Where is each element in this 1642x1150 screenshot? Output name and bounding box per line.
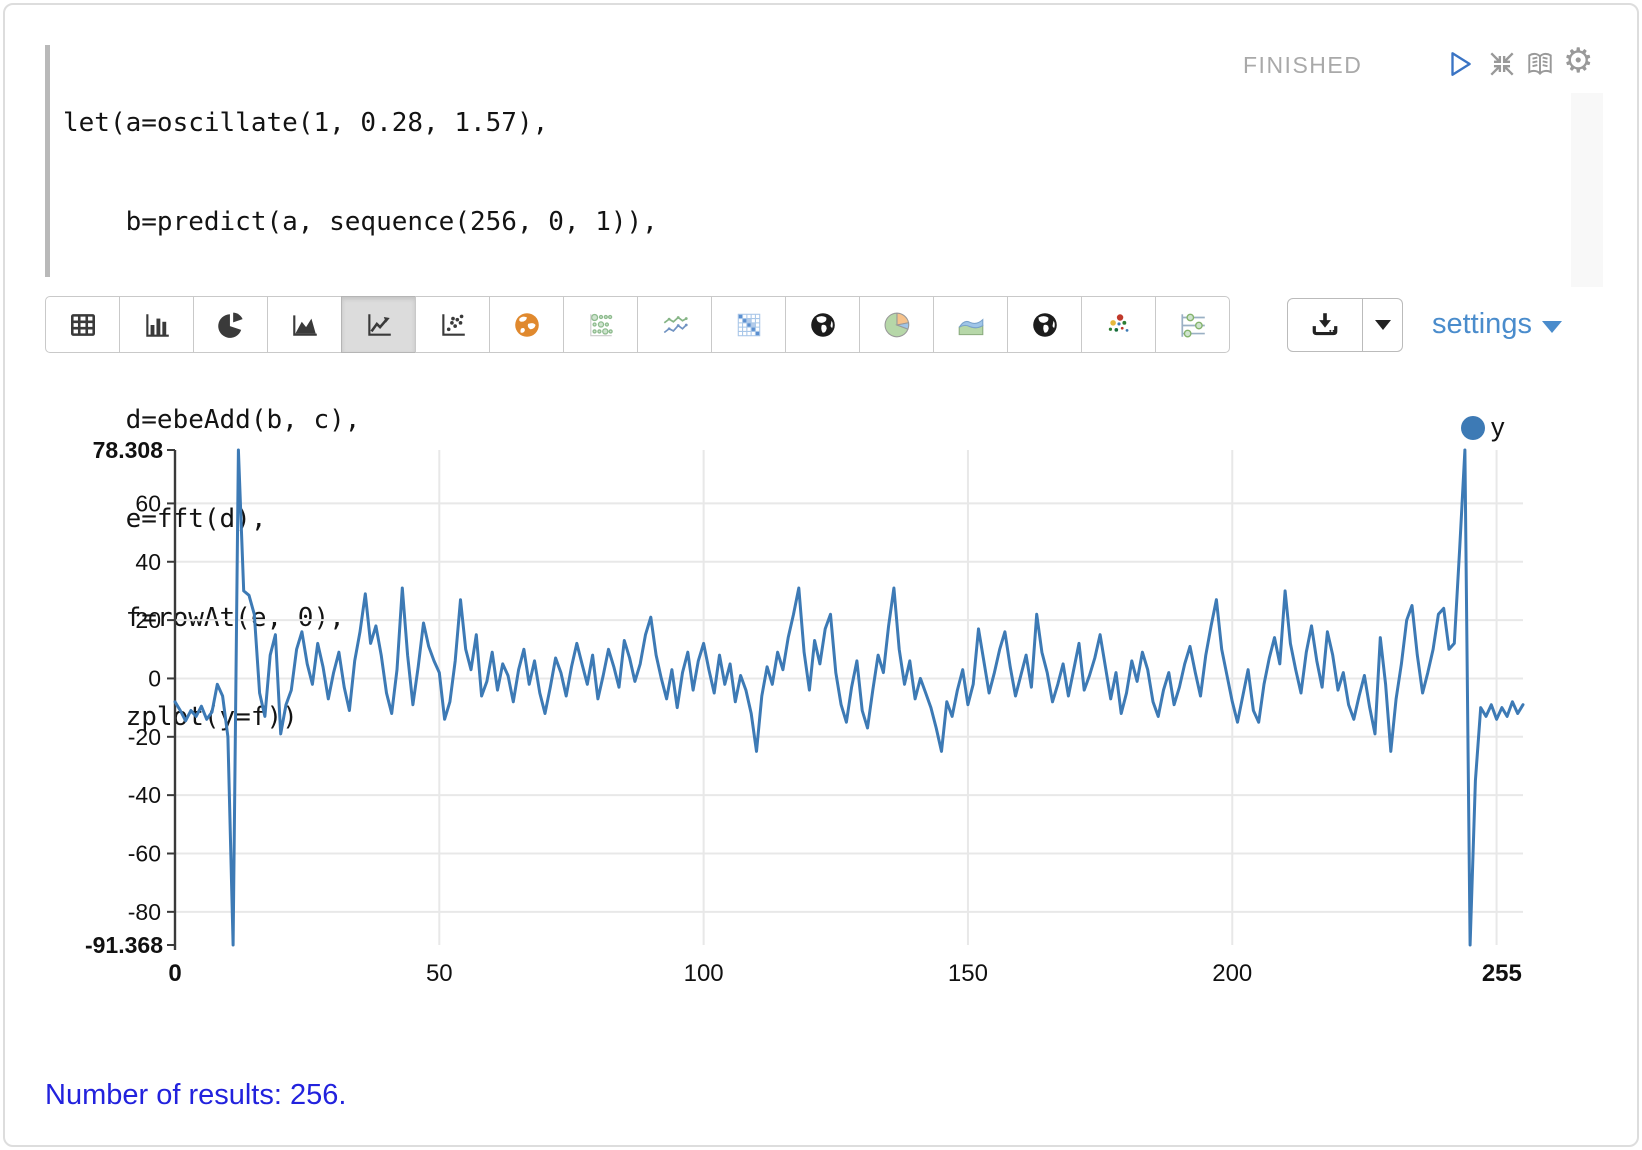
chart-type-cluster-button[interactable] <box>1081 296 1156 353</box>
y-tick-label: 40 <box>135 549 161 575</box>
settings-caret-icon <box>1542 321 1562 333</box>
results-count-text: Number of results: 256. <box>45 1079 346 1112</box>
code-line[interactable]: b=predict(a, sequence(256, 0, 1)), <box>63 206 846 239</box>
stream-chart-icon <box>956 310 986 340</box>
download-button[interactable] <box>1287 298 1363 352</box>
pie-chart-icon <box>216 310 246 340</box>
x-tick-label: 255 <box>1482 960 1522 987</box>
chart-type-multi-line-button[interactable] <box>637 296 712 353</box>
chart-type-bar-button[interactable] <box>119 296 194 353</box>
editor-gutter-bar <box>45 45 50 277</box>
pie-colored-icon <box>882 310 912 340</box>
paragraph-card: let(a=oscillate(1, 0.28, 1.57), b=predic… <box>3 3 1639 1147</box>
chart-type-scatter-matrix-button[interactable] <box>563 296 638 353</box>
table-icon <box>68 310 98 340</box>
y-tick-label: -20 <box>128 724 161 750</box>
map-orange-globe-icon <box>512 310 542 340</box>
series-y-line[interactable] <box>175 450 1523 945</box>
settings-label: settings <box>1432 308 1532 341</box>
y-tick-label: 20 <box>135 607 161 633</box>
chart-type-stream-button[interactable] <box>933 296 1008 353</box>
show-editor-book-icon[interactable] <box>1525 49 1555 79</box>
y-tick-label: -80 <box>128 899 161 925</box>
y-tick-label: -40 <box>128 782 161 808</box>
area-chart-icon <box>290 310 320 340</box>
chart-type-pie-button[interactable] <box>193 296 268 353</box>
chart-type-pie-colored-button[interactable] <box>859 296 934 353</box>
settings-toggle[interactable]: settings <box>1432 308 1562 341</box>
globe-2-icon <box>1030 310 1060 340</box>
y-max-label: 78.308 <box>93 437 164 463</box>
chart-type-parallel-coords-button[interactable] <box>1155 296 1230 353</box>
y-tick-label: 0 <box>148 665 161 691</box>
chart-type-line-button[interactable] <box>341 296 416 353</box>
chart-type-globe-button[interactable] <box>785 296 860 353</box>
x-tick-label: 100 <box>684 960 724 987</box>
scatter-chart-icon <box>438 310 468 340</box>
chart-type-map-button[interactable] <box>489 296 564 353</box>
chart-type-heatmap-button[interactable] <box>711 296 786 353</box>
download-icon <box>1310 310 1340 340</box>
editor-scrollbar[interactable] <box>1571 93 1603 287</box>
chart-type-area-button[interactable] <box>267 296 342 353</box>
status-badge: FINISHED <box>1243 52 1362 79</box>
y-min-label: -91.368 <box>85 932 163 958</box>
download-caret-button[interactable] <box>1363 298 1403 352</box>
cluster-dots-icon <box>1104 310 1134 340</box>
x-tick-label: 200 <box>1212 960 1252 987</box>
scatter-matrix-icon <box>586 310 616 340</box>
chart-type-globe-2-button[interactable] <box>1007 296 1082 353</box>
multi-line-chart-icon <box>660 310 690 340</box>
bar-chart-icon <box>142 310 172 340</box>
download-group <box>1287 298 1403 352</box>
caret-down-icon <box>1374 319 1392 331</box>
globe-icon <box>808 310 838 340</box>
y-tick-label: 60 <box>135 490 161 516</box>
chart-type-scatter-button[interactable] <box>415 296 490 353</box>
run-icon[interactable] <box>1445 49 1475 79</box>
parallel-coordinates-icon <box>1178 310 1208 340</box>
line-chart-icon <box>364 310 394 340</box>
chart-type-toolbar <box>45 296 1230 353</box>
x-tick-label: 150 <box>948 960 988 987</box>
x-tick-label: 50 <box>426 960 453 987</box>
code-line[interactable]: let(a=oscillate(1, 0.28, 1.57), <box>63 107 846 140</box>
gear-icon[interactable]: ⚙ <box>1563 41 1593 81</box>
heatmap-icon <box>734 310 764 340</box>
chart-type-table-button[interactable] <box>45 296 120 353</box>
y-tick-label: -60 <box>128 840 161 866</box>
collapse-icon[interactable] <box>1487 49 1517 79</box>
x-tick-label: 0 <box>168 960 181 987</box>
line-chart-svg[interactable]: 6040200-20-40-60-8078.308-91.36805010015… <box>5 385 1642 1005</box>
